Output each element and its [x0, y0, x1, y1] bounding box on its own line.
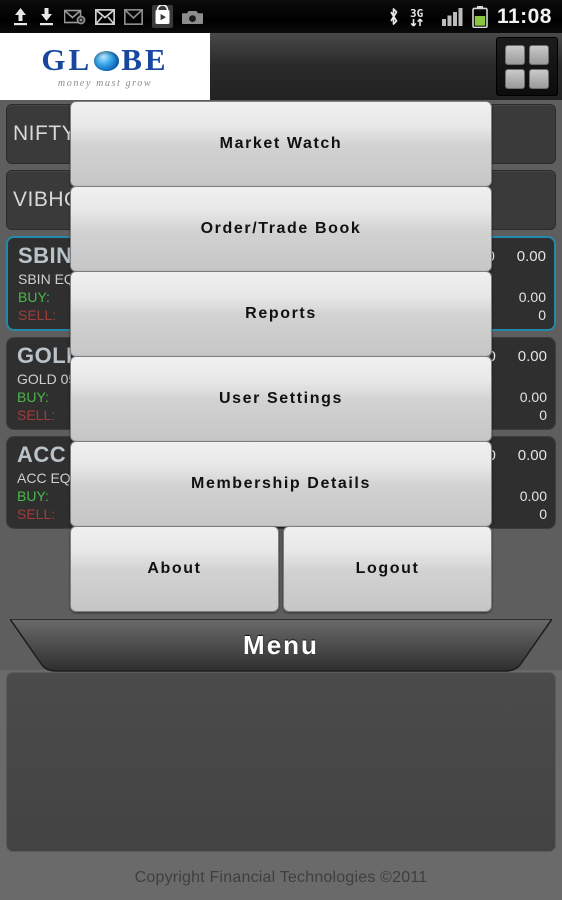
menu-item-logout[interactable]: Logout [283, 526, 492, 612]
logo-text-prefix: GL [41, 42, 93, 77]
content-placeholder-panel [6, 672, 556, 852]
menu-item-label: User Settings [219, 390, 343, 407]
status-bar-system: 3G 11:08 [387, 5, 562, 28]
status-bar: 3G 11:08 [0, 0, 562, 33]
3g-data-icon: 3G [410, 7, 424, 27]
menu-item-about[interactable]: About [70, 526, 279, 612]
mail-sync-icon [64, 9, 86, 25]
logo-wordmark: GL BE [41, 44, 168, 75]
grid-menu-button[interactable] [496, 37, 558, 96]
menu-button-panel: Market Watch Order/Trade Book Reports Us… [70, 101, 492, 612]
menu-item-user-settings[interactable]: User Settings [70, 356, 492, 442]
svg-text:3G: 3G [410, 7, 424, 20]
menu-item-label: About [147, 560, 202, 577]
status-bar-clock: 11:08 [496, 5, 552, 28]
download-icon [40, 8, 53, 26]
menu-overlay: Market Watch Order/Trade Book Reports Us… [0, 95, 562, 672]
menu-item-label: Membership Details [191, 475, 371, 492]
app-logo: GL BE money must grow [0, 33, 210, 100]
menu-item-label: Logout [355, 560, 420, 577]
menu-item-label: Order/Trade Book [200, 220, 362, 237]
menu-item-market-watch[interactable]: Market Watch [70, 101, 492, 187]
camera-icon [182, 10, 203, 24]
title-bar-spacer [210, 33, 496, 100]
menu-item-membership-details[interactable]: Membership Details [70, 441, 492, 527]
bluetooth-icon [390, 8, 398, 25]
menu-item-label: Reports [245, 305, 317, 322]
menu-item-order-trade-book[interactable]: Order/Trade Book [70, 186, 492, 272]
globe-sphere-icon [94, 50, 120, 71]
status-bar-notifications [0, 5, 203, 28]
logo-tagline: money must grow [57, 78, 153, 89]
app-screen: 3G 11:08 GL BE money must grow NIFTY VIB… [0, 0, 562, 900]
grid-menu-icon [505, 44, 549, 89]
copyright-text: Copyright Financial Technologies ©2011 [134, 869, 428, 886]
battery-icon [472, 5, 488, 28]
app-title-bar: GL BE money must grow [0, 33, 562, 100]
mail-icon [95, 8, 115, 25]
upload-icon [14, 8, 27, 26]
menu-item-reports[interactable]: Reports [70, 271, 492, 357]
menu-tab-label: Menu [243, 629, 319, 660]
logo-text-suffix: BE [121, 42, 169, 77]
signal-icon [441, 8, 463, 26]
gmail-icon [124, 8, 143, 25]
menu-tab[interactable]: Menu [10, 619, 552, 675]
menu-item-label: Market Watch [219, 135, 343, 152]
menu-bottom-row: About Logout [70, 526, 492, 612]
footer: Copyright Financial Technologies ©2011 [0, 856, 562, 900]
play-store-icon [152, 5, 173, 28]
